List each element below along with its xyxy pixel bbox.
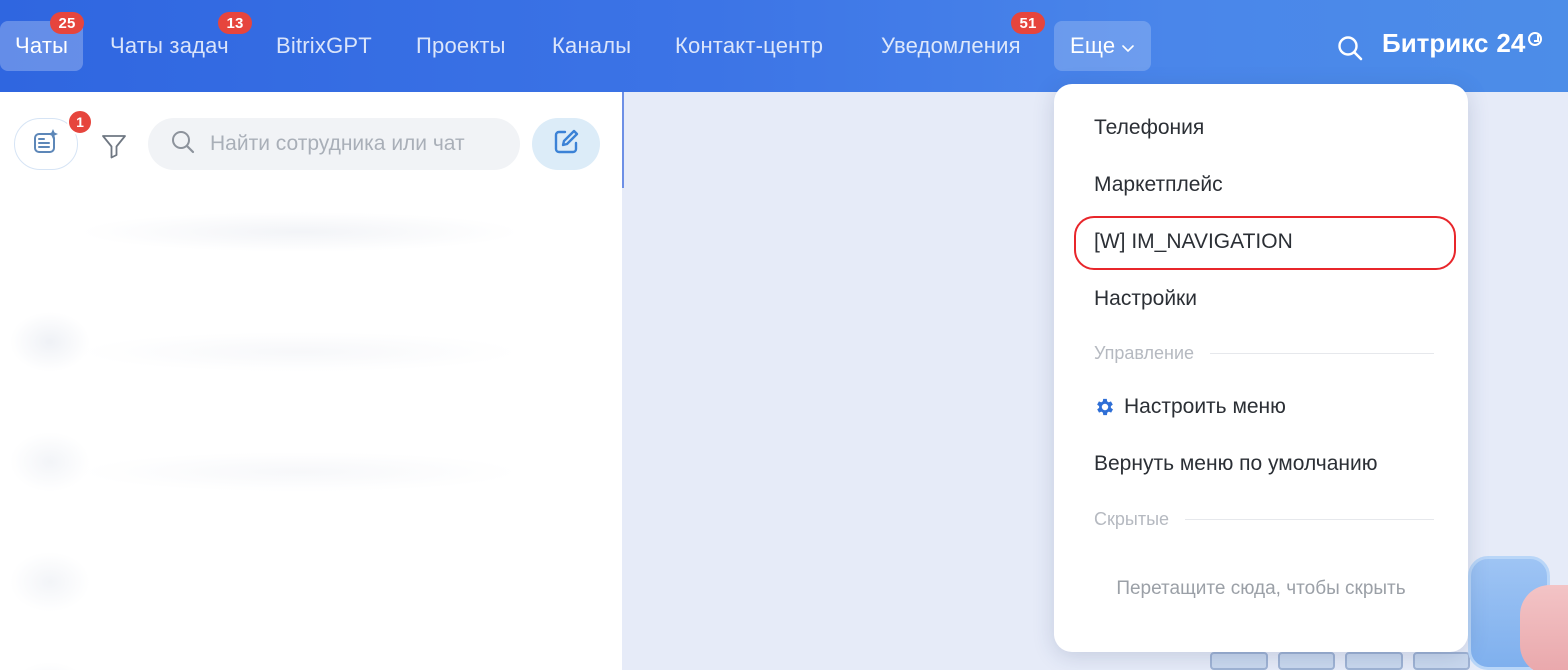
search-icon[interactable] [1336,34,1364,62]
menu-item-label: Настройки [1094,287,1197,310]
menu-item-configure[interactable]: Настроить меню [1094,387,1286,427]
tab-chats[interactable]: Чаты 25 [0,12,84,71]
tab-label: Чаты [15,33,69,58]
menu-item-settings[interactable]: Настройки [1094,279,1197,319]
bitrix24-logo[interactable]: Битрикс 24 [1382,28,1543,59]
menu-item-telephony[interactable]: Телефония [1094,108,1204,148]
ai-assistant-button[interactable]: 1 [14,109,93,170]
logo-number: 24 [1496,28,1526,58]
tab-contact-center[interactable]: Контакт-центр [675,21,823,71]
hidden-drop-zone-hint: Перетащите сюда, чтобы скрыть [1116,578,1406,599]
more-dropdown-menu: Телефония Маркетплейс [W] IM_NAVIGATION … [1054,84,1468,652]
section-label: Скрытые [1094,508,1170,529]
tab-label: Еще [1070,33,1116,58]
tab-label: BitrixGPT [276,33,372,58]
clock-icon [1528,32,1543,46]
menu-item-label: [W] IM_NAVIGATION [1094,230,1293,253]
gear-icon [1094,396,1116,418]
tab-projects[interactable]: Проекты [416,21,506,71]
tab-task-chats[interactable]: Чаты задач 13 [110,12,252,71]
tab-label: Уведомления [881,33,1021,58]
compose-icon [551,127,581,162]
menu-item-im-navigation[interactable]: [W] IM_NAVIGATION [1094,222,1293,262]
menu-item-label: Настроить меню [1124,395,1286,418]
menu-item-reset-default[interactable]: Вернуть меню по умолчанию [1094,444,1377,484]
tab-notifications[interactable]: Уведомления 51 [881,12,1045,71]
ai-assistant-icon [31,127,61,162]
logo-name: Битрикс [1382,28,1489,58]
menu-item-label: Маркетплейс [1094,173,1223,196]
menu-item-label: Телефония [1094,116,1205,139]
section-divider [1210,352,1434,354]
ai-badge: 1 [67,109,93,135]
blurred-chat-list [0,192,610,670]
search-icon [170,129,196,160]
new-chat-button[interactable] [532,118,600,170]
tab-channels[interactable]: Каналы [552,21,631,71]
panel-divider [622,92,624,188]
search-input[interactable] [210,132,510,156]
unread-badge: 51 [1011,12,1045,34]
tab-label: Каналы [552,33,632,58]
tab-label: Чаты задач [110,33,229,58]
section-management: Управление [1094,341,1434,365]
section-label: Управление [1094,342,1195,363]
chat-list-panel [0,92,624,670]
chevron-down-icon [1121,33,1135,59]
menu-item-marketplace[interactable]: Маркетплейс [1094,165,1223,205]
tab-label: Контакт-центр [675,33,824,58]
section-divider [1185,518,1434,520]
tab-label: Проекты [416,33,506,58]
section-hidden: Скрытые [1094,507,1434,531]
tab-bitrixgpt[interactable]: BitrixGPT [276,21,372,71]
top-navigation: Чаты 25 Чаты задач 13 BitrixGPT Проекты … [0,0,1568,92]
hand-illustration [1520,585,1568,670]
unread-badge: 25 [50,12,84,34]
filter-icon[interactable] [100,132,128,160]
menu-item-label: Вернуть меню по умолчанию [1094,452,1378,475]
keyboard-illustration [1210,652,1470,670]
chat-search[interactable] [148,118,520,170]
unread-badge: 13 [218,12,252,34]
tab-more[interactable]: Еще [1054,21,1152,71]
